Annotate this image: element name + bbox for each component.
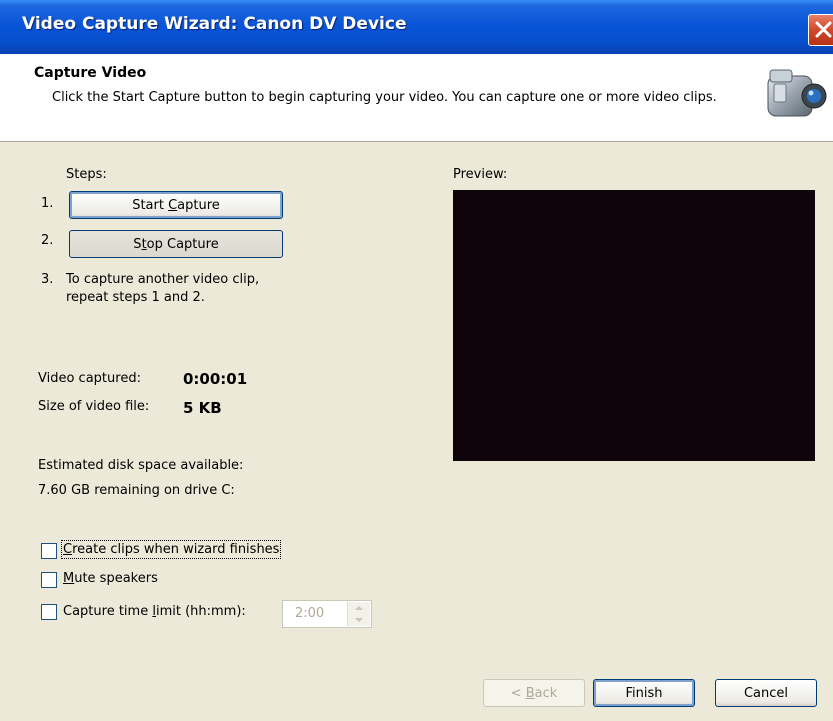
- time-limit-value: 2:00: [295, 606, 325, 621]
- start-capture-button[interactable]: Start Capture: [69, 191, 283, 219]
- preview-label: Preview:: [453, 167, 508, 182]
- video-camera-icon: [767, 69, 827, 117]
- create-clips-checkbox[interactable]: [41, 543, 57, 559]
- spin-up-icon[interactable]: [348, 602, 370, 614]
- spin-down-icon[interactable]: [348, 614, 370, 626]
- back-button[interactable]: < Back: [483, 679, 585, 707]
- video-preview: [453, 190, 815, 461]
- mute-speakers-label: Mute speakers: [63, 571, 158, 586]
- page-description: Click the Start Capture button to begin …: [52, 90, 717, 105]
- window-title: Video Capture Wizard: Canon DV Device: [22, 14, 407, 34]
- disk-space-value: 7.60 GB remaining on drive C:: [38, 483, 235, 498]
- file-size-label: Size of video file:: [38, 399, 150, 414]
- time-limit-checkbox[interactable]: [41, 604, 57, 620]
- time-limit-label: Capture time limit (hh:mm):: [63, 604, 246, 619]
- finish-button[interactable]: Finish: [593, 679, 695, 707]
- video-captured-label: Video captured:: [38, 371, 141, 386]
- close-icon: [815, 21, 832, 38]
- step-3-text-line1: To capture another video clip,: [66, 272, 260, 287]
- stop-capture-button[interactable]: Stop Capture: [69, 230, 283, 258]
- start-capture-label: Start Capture: [132, 198, 220, 213]
- title-bar: Video Capture Wizard: Canon DV Device: [0, 0, 833, 54]
- video-captured-value: 0:00:01: [183, 370, 248, 388]
- wizard-header: Capture Video Click the Start Capture bu…: [0, 54, 833, 142]
- create-clips-label: Create clips when wizard finishes: [60, 540, 282, 559]
- close-button[interactable]: [808, 14, 833, 46]
- step-2-number: 2.: [41, 233, 54, 248]
- back-label: < Back: [510, 686, 558, 701]
- mute-speakers-checkbox[interactable]: [41, 572, 57, 588]
- spin-buttons[interactable]: [347, 602, 370, 626]
- cancel-button[interactable]: Cancel: [715, 679, 817, 707]
- file-size-value: 5 KB: [183, 399, 222, 417]
- step-3-text-line2: repeat steps 1 and 2.: [66, 290, 205, 305]
- stop-capture-label: Stop Capture: [133, 237, 219, 252]
- disk-space-label: Estimated disk space available:: [38, 458, 244, 473]
- page-title: Capture Video: [34, 65, 147, 81]
- step-3-number: 3.: [41, 272, 54, 287]
- steps-label: Steps:: [66, 167, 107, 182]
- time-limit-spinner[interactable]: 2:00: [282, 600, 372, 628]
- step-1-number: 1.: [41, 196, 54, 211]
